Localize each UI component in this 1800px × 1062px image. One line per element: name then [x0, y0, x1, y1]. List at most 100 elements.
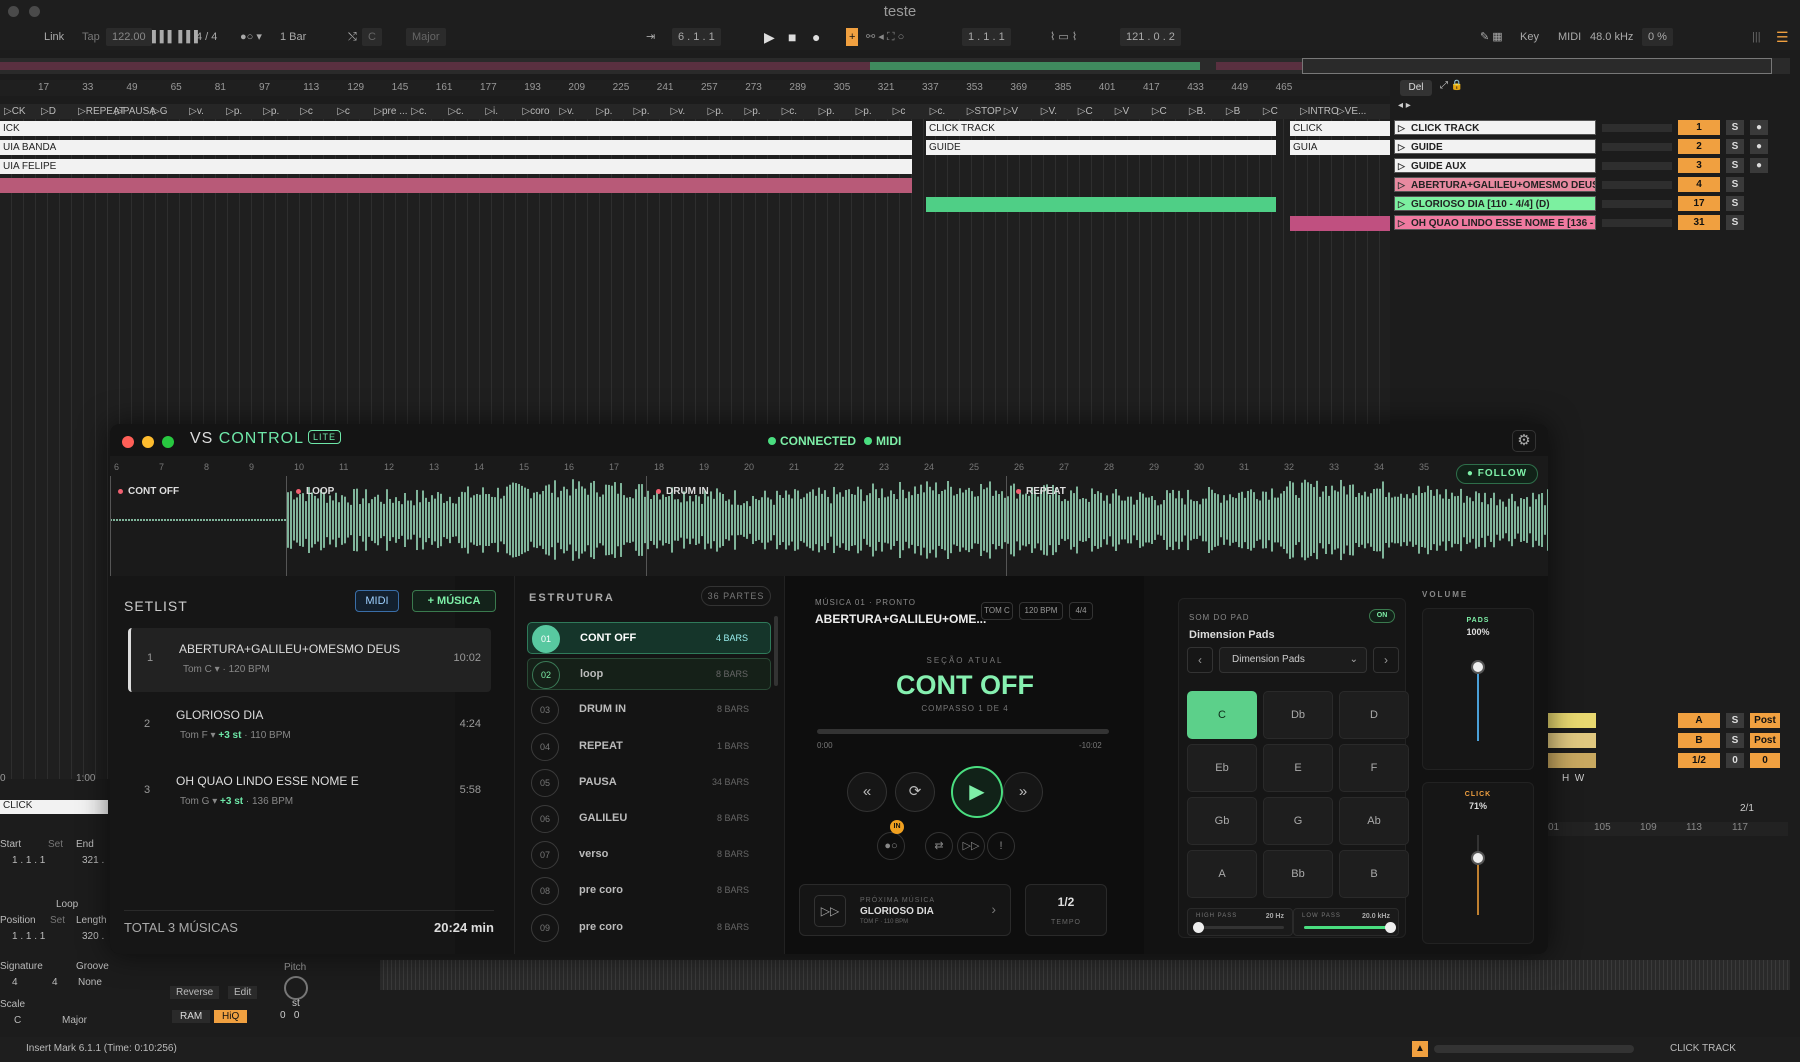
track-volume[interactable]: [1602, 181, 1672, 189]
play-button[interactable]: ▶: [951, 766, 1003, 818]
play-icon[interactable]: ▶: [764, 28, 775, 46]
structure-part[interactable]: 09 pre coro 8 BARS: [527, 912, 771, 944]
quantize-select[interactable]: 1 Bar: [280, 28, 306, 46]
punch-icons[interactable]: ⌇ ▭ ⌇: [1050, 28, 1077, 46]
locator-marker[interactable]: ▷p.: [226, 106, 242, 117]
record-icon[interactable]: ●: [812, 28, 820, 46]
return-post[interactable]: Post: [1750, 713, 1780, 728]
track-header[interactable]: GLORIOSO DIA [110 - 4/4] (D) 17 S: [1394, 195, 1798, 212]
track-header[interactable]: CLICK TRACK 1S ●: [1394, 119, 1798, 136]
track-number[interactable]: 2: [1678, 139, 1720, 154]
loop-toggle[interactable]: Loop: [56, 899, 78, 910]
locator-marker[interactable]: ▷v.: [189, 106, 204, 117]
setlist-song[interactable]: 3 OH QUAO LINDO ESSE NOME E Tom G ▾ +3 s…: [128, 760, 491, 824]
locator-marker[interactable]: ▷C: [1078, 106, 1093, 117]
clip-guia-banda[interactable]: UIA BANDA: [0, 140, 912, 155]
locator-marker[interactable]: ▷coro: [522, 106, 549, 117]
pad-key-a[interactable]: A: [1187, 850, 1257, 898]
start-value[interactable]: 1 . 1 . 1: [12, 855, 45, 866]
structure-part[interactable]: 07 verso 8 BARS: [527, 839, 771, 871]
locator-marker[interactable]: ▷STOP: [967, 106, 1002, 117]
locator-marker[interactable]: ▷p.: [633, 106, 649, 117]
locator-marker[interactable]: ▷c: [893, 106, 906, 117]
track-name[interactable]: GUIDE: [1394, 139, 1596, 154]
arm-icon[interactable]: ●: [1750, 158, 1768, 173]
marker-cont-off[interactable]: CONT OFF: [118, 486, 179, 497]
waveform-overview[interactable]: 6 7 8 9 10 11 12 13 14 15 16 17 18 19 20 21 22 23 24 25 26 27…: [110, 456, 1548, 576]
structure-part[interactable]: 03 DRUM IN 8 BARS: [527, 694, 771, 726]
track-volume[interactable]: [1602, 124, 1672, 132]
track-name[interactable]: GLORIOSO DIA [110 - 4/4] (D): [1394, 196, 1596, 211]
loop-start-field[interactable]: 1 . 1 . 1: [962, 28, 1011, 46]
chevron-right-icon[interactable]: ›: [1373, 647, 1399, 673]
pencil-icon[interactable]: ✎ ▦: [1480, 28, 1503, 46]
return-post[interactable]: 0: [1750, 753, 1780, 768]
clip-guide-2[interactable]: GUIDE: [926, 140, 1276, 155]
return-number[interactable]: 1/2: [1678, 753, 1720, 768]
count-in-icon[interactable]: ●○: [877, 832, 905, 860]
locator-marker[interactable]: ▷V: [1004, 106, 1018, 117]
track-name[interactable]: ABERTURA+GALILEU+OMESMO DEUS: [1394, 177, 1596, 192]
structure-part[interactable]: 04 REPEAT 1 BARS: [527, 731, 771, 763]
add-song-button[interactable]: + MÚSICA: [412, 590, 496, 612]
track-number[interactable]: 1: [1678, 120, 1720, 135]
tempo-card[interactable]: 1/2 TEMPO: [1025, 884, 1107, 936]
pad-key-bb[interactable]: Bb: [1263, 850, 1333, 898]
locator-marker[interactable]: ▷G: [152, 106, 167, 117]
locator-marker[interactable]: ▷v.: [559, 106, 574, 117]
return-track[interactable]: A S Post: [1548, 712, 1788, 729]
clip-guia-3[interactable]: GUIA: [1290, 140, 1390, 155]
midi-map-button[interactable]: MIDI: [1558, 28, 1581, 46]
track-header[interactable]: GUIDE 2S ●: [1394, 138, 1798, 155]
time-signature-field[interactable]: 4 / 4: [196, 28, 217, 46]
structure-part[interactable]: 06 GALILEU 8 BARS: [527, 803, 771, 835]
clip-oh-quao[interactable]: [1290, 216, 1390, 231]
pad-key-f[interactable]: F: [1339, 744, 1409, 792]
ram-button[interactable]: RAM: [172, 1010, 211, 1023]
scale-key-select[interactable]: C: [14, 1015, 21, 1026]
clip-click[interactable]: ICK: [0, 121, 912, 136]
locator-marker[interactable]: ▷INTRO: [1300, 106, 1339, 117]
track-number[interactable]: 17: [1678, 196, 1720, 211]
scroll-bar[interactable]: [1434, 1045, 1634, 1053]
return-solo[interactable]: S: [1726, 733, 1744, 748]
setlist-song[interactable]: 2 GLORIOSO DIA Tom F ▾ +3 st · 110 BPM 4…: [128, 694, 491, 758]
follow-icon[interactable]: ⇥: [646, 28, 655, 46]
solo-button[interactable]: S: [1726, 196, 1744, 211]
low-pass-filter[interactable]: LOW PASS 20.0 kHz: [1293, 908, 1399, 936]
record-quant-icon[interactable]: ●○ ▾: [240, 28, 262, 46]
track-header[interactable]: ABERTURA+GALILEU+OMESMO DEUS 4S: [1394, 176, 1798, 193]
scale-select[interactable]: Major: [406, 28, 446, 46]
warning-icon[interactable]: ▲: [1412, 1041, 1428, 1057]
locator-marker[interactable]: ▷pre ...: [374, 106, 407, 117]
follow-button[interactable]: ● FOLLOW: [1456, 464, 1538, 484]
clip-guia-felipe[interactable]: UIA FELIPE: [0, 159, 912, 174]
locator-marker[interactable]: ▷p.: [856, 106, 872, 117]
pad-key-c[interactable]: C: [1187, 691, 1257, 739]
expand-icon[interactable]: ⤢ 🔒: [1440, 80, 1463, 91]
track-number[interactable]: 3: [1678, 158, 1720, 173]
setlist-midi-button[interactable]: MIDI: [355, 590, 399, 612]
track-volume[interactable]: [1602, 200, 1672, 208]
track-name[interactable]: GUIDE AUX: [1394, 158, 1596, 173]
window-dot-icon[interactable]: [29, 6, 40, 17]
marker-repeat[interactable]: REPEAT: [1016, 486, 1066, 497]
arm-icon[interactable]: ●: [1750, 139, 1768, 154]
key-select[interactable]: C: [362, 28, 382, 46]
locator-marker[interactable]: ▷v.: [670, 106, 685, 117]
delete-button[interactable]: Del: [1400, 80, 1432, 96]
detail-ruler[interactable]: 01 105 109 113 117: [1548, 822, 1788, 836]
track-name[interactable]: CLICK TRACK: [1394, 120, 1596, 135]
chevron-left-icon[interactable]: ‹: [1187, 647, 1213, 673]
locator-marker[interactable]: ▷c.: [930, 106, 945, 117]
clip-glorioso[interactable]: [926, 197, 1276, 212]
structure-part[interactable]: 01 CONT OFF 4 BARS: [527, 622, 771, 654]
solo-button[interactable]: S: [1726, 177, 1744, 192]
locator-marker[interactable]: ▷p.: [263, 106, 279, 117]
pad-sound-select[interactable]: ⌄ Dimension Pads: [1219, 647, 1367, 673]
high-pass-knob[interactable]: [1193, 922, 1204, 933]
sig-denominator[interactable]: 4: [52, 977, 58, 988]
pads-volume-slider[interactable]: [1471, 660, 1485, 674]
stop-icon[interactable]: ■: [788, 28, 796, 46]
locator-marker[interactable]: ▷i.: [485, 106, 498, 117]
